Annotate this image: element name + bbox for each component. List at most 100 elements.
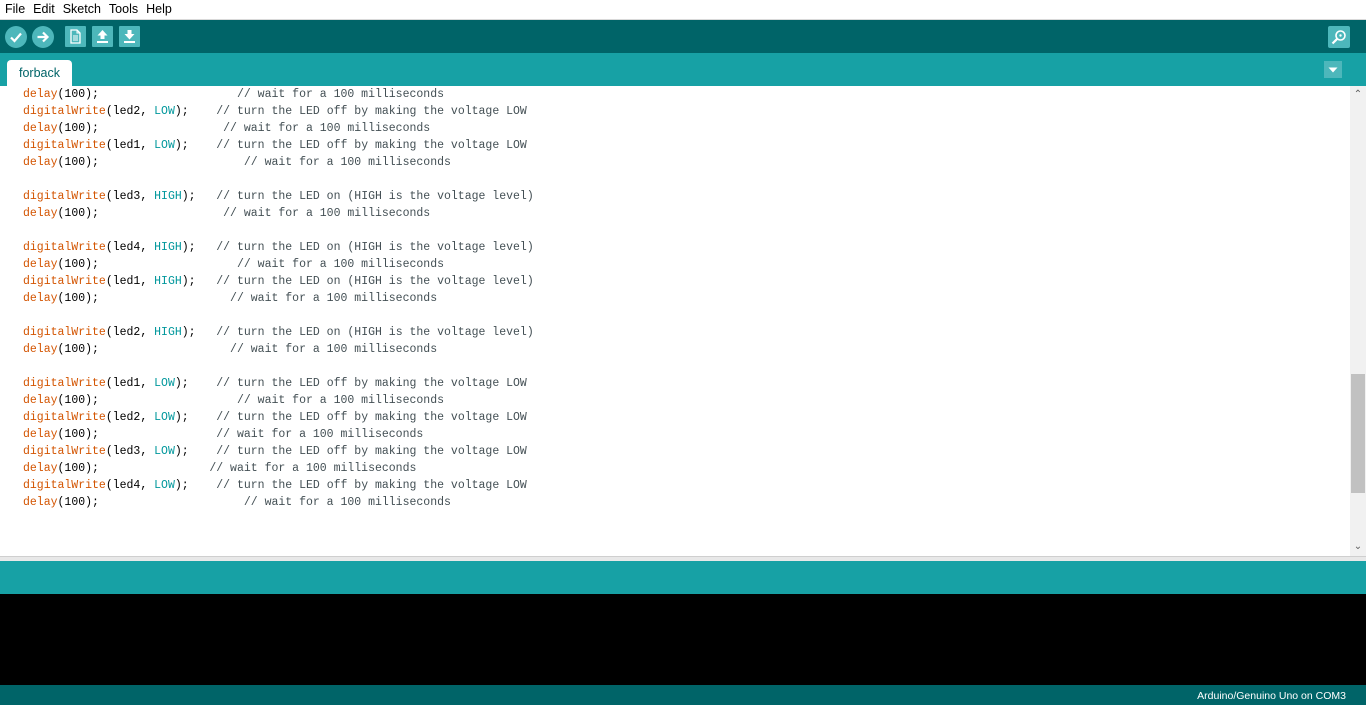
code-token: (100); (57, 88, 99, 101)
save-icon (124, 30, 135, 43)
code-token: digitalWrite (23, 241, 106, 254)
code-token: (100); (57, 343, 99, 356)
code-token: // turn the LED on (HIGH is the voltage … (195, 275, 534, 288)
code-token: digitalWrite (23, 411, 106, 424)
magnifier-icon (1331, 30, 1346, 45)
upload-icon (37, 31, 50, 43)
code-token: delay (23, 156, 58, 169)
verify-icon (10, 32, 22, 43)
code-token: // wait for a 100 milliseconds (98, 343, 438, 356)
code-line: delay(100); // wait for a 100 millisecon… (23, 341, 437, 358)
new-button[interactable] (65, 26, 86, 47)
verify-button[interactable] (5, 26, 27, 48)
code-token: (100); (57, 428, 99, 441)
tab-menu-button[interactable] (1324, 61, 1342, 78)
code-token: HIGH (154, 190, 182, 203)
code-token: // turn the LED off by making the voltag… (188, 377, 527, 390)
code-token: delay (23, 394, 58, 407)
serial-monitor-button[interactable] (1328, 26, 1350, 48)
code-token: ); (174, 411, 189, 424)
code-token: LOW (154, 139, 175, 152)
code-token: delay (23, 343, 58, 356)
code-token: LOW (154, 445, 175, 458)
tab-forback[interactable]: forback (7, 60, 72, 86)
open-button[interactable] (92, 26, 113, 47)
code-token: // turn the LED off by making the voltag… (188, 139, 527, 152)
code-token: (100); (57, 462, 99, 475)
menu-help[interactable]: Help (142, 0, 176, 19)
scrollbar-thumb[interactable] (1351, 373, 1365, 493)
code-token: digitalWrite (23, 105, 106, 118)
code-token: // wait for a 100 milliseconds (98, 428, 424, 441)
message-area (0, 561, 1366, 594)
code-token: LOW (154, 377, 175, 390)
toolbar (0, 20, 1366, 53)
code-token: HIGH (154, 275, 182, 288)
code-token: (100); (57, 258, 99, 271)
code-token: HIGH (154, 326, 182, 339)
code-editor[interactable]: delay(100); // wait for a 100 millisecon… (0, 86, 1350, 556)
code-token: (100); (57, 207, 99, 220)
code-token: (led3, (105, 445, 155, 458)
code-line: digitalWrite(led3, LOW); // turn the LED… (23, 443, 527, 460)
new-icon (70, 29, 81, 44)
menu-file[interactable]: File (0, 0, 29, 19)
code-line: delay(100); // wait for a 100 millisecon… (23, 426, 423, 443)
code-line: delay(100); // wait for a 100 millisecon… (23, 205, 430, 222)
code-token: (led4, (105, 479, 155, 492)
code-token: (led2, (105, 411, 155, 424)
code-token: // wait for a 100 milliseconds (98, 496, 451, 509)
code-token: // wait for a 100 milliseconds (98, 156, 451, 169)
code-line: digitalWrite(led2, HIGH); // turn the LE… (23, 324, 534, 341)
code-token: (led3, (105, 190, 155, 203)
code-token: ); (174, 445, 189, 458)
status-footer: Arduino/Genuino Uno on COM3 (0, 685, 1366, 705)
code-token: ); (181, 241, 196, 254)
code-line: digitalWrite(led2, LOW); // turn the LED… (23, 409, 527, 426)
code-token: // turn the LED off by making the voltag… (188, 105, 527, 118)
scroll-down-icon[interactable]: ⌄ (1350, 540, 1366, 554)
code-token: ); (181, 275, 196, 288)
upload-button[interactable] (32, 26, 54, 48)
code-token: LOW (154, 479, 175, 492)
code-token: (led1, (105, 139, 155, 152)
code-token: delay (23, 207, 58, 220)
code-token: delay (23, 428, 58, 441)
code-token: // turn the LED off by making the voltag… (188, 479, 527, 492)
editor-scrollbar[interactable]: ⌃ ⌄ (1350, 86, 1366, 556)
menu-bar: File Edit Sketch Tools Help (0, 0, 1366, 20)
save-button[interactable] (119, 26, 140, 47)
code-token: // wait for a 100 milliseconds (98, 258, 444, 271)
triangle-down-icon (1328, 67, 1338, 73)
code-token: ); (174, 105, 189, 118)
code-token: delay (23, 496, 58, 509)
menu-edit[interactable]: Edit (29, 0, 59, 19)
code-token: digitalWrite (23, 377, 106, 390)
code-token: digitalWrite (23, 275, 106, 288)
tab-bar: forback (0, 53, 1366, 86)
menu-tools[interactable]: Tools (105, 0, 142, 19)
code-token: HIGH (154, 241, 182, 254)
code-token: // turn the LED off by making the voltag… (188, 411, 527, 424)
menu-sketch[interactable]: Sketch (59, 0, 105, 19)
code-token: // wait for a 100 milliseconds (98, 292, 438, 305)
code-line: delay(100); // wait for a 100 millisecon… (23, 460, 416, 477)
code-token: delay (23, 88, 58, 101)
code-token: (led2, (105, 105, 155, 118)
code-token: // wait for a 100 milliseconds (98, 394, 444, 407)
code-token: // wait for a 100 milliseconds (98, 207, 431, 220)
open-icon (97, 30, 108, 43)
code-token: digitalWrite (23, 445, 106, 458)
code-line: digitalWrite(led3, HIGH); // turn the LE… (23, 188, 534, 205)
code-token: digitalWrite (23, 139, 106, 152)
code-line: delay(100); // wait for a 100 millisecon… (23, 392, 444, 409)
code-token: // wait for a 100 milliseconds (98, 462, 417, 475)
code-line: digitalWrite(led4, HIGH); // turn the LE… (23, 239, 534, 256)
code-line: delay(100); // wait for a 100 millisecon… (23, 86, 444, 103)
scroll-up-icon[interactable]: ⌃ (1350, 88, 1366, 102)
code-token: // turn the LED on (HIGH is the voltage … (195, 326, 534, 339)
code-line: delay(100); // wait for a 100 millisecon… (23, 154, 451, 171)
code-line: digitalWrite(led1, LOW); // turn the LED… (23, 137, 527, 154)
code-token: ); (174, 377, 189, 390)
code-token: digitalWrite (23, 190, 106, 203)
